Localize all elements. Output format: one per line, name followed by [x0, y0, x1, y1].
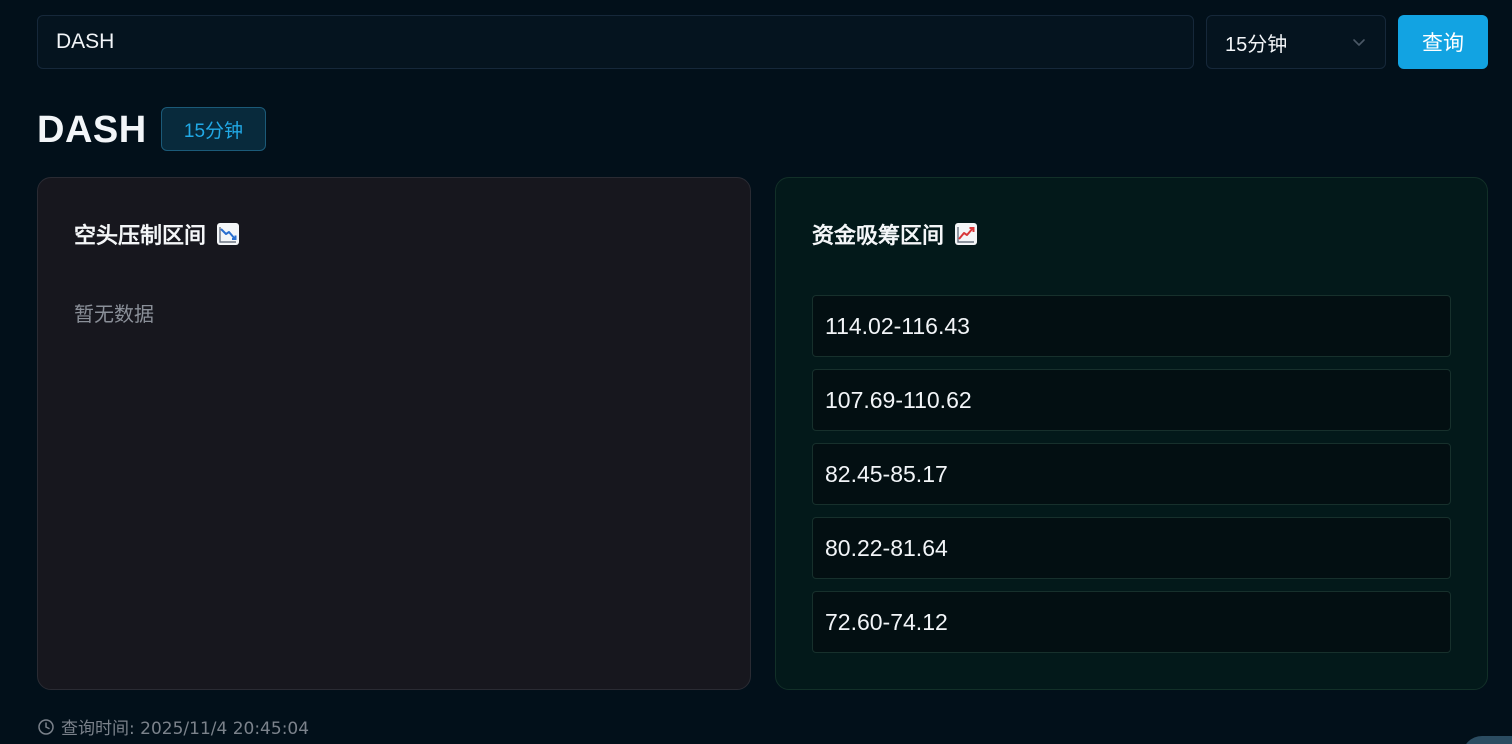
app-root: 15分钟 查询 DASH 15分钟 空头压制区间 暂无数据 资金吸筹区间 [0, 0, 1512, 744]
empty-state-text: 暂无数据 [74, 302, 154, 326]
zone-item: 72.60-74.12 [812, 591, 1451, 653]
short-panel-title: 空头压制区间 [74, 224, 207, 249]
short-panel-header: 空头压制区间 [74, 218, 240, 250]
clock-icon [38, 718, 54, 735]
query-time-text: 查询时间: 2025/11/4 20:45:04 [61, 719, 310, 739]
long-panel-header: 资金吸筹区间 [812, 218, 978, 250]
zone-list: 114.02-116.43 107.69-110.62 82.45-85.17 … [812, 295, 1451, 665]
page-title: DASH [37, 109, 147, 151]
zone-item: 80.22-81.64 [812, 517, 1451, 579]
symbol-input[interactable] [37, 15, 1194, 69]
chart-decreasing-icon [217, 223, 240, 245]
query-time: 查询时间: 2025/11/4 20:45:04 [37, 714, 309, 739]
short-pressure-panel: 空头压制区间 暂无数据 [37, 177, 751, 690]
query-button[interactable]: 查询 [1398, 15, 1488, 69]
interval-badge: 15分钟 [161, 107, 266, 151]
zone-item: 114.02-116.43 [812, 295, 1451, 357]
interval-select[interactable]: 15分钟 [1206, 15, 1386, 69]
chevron-down-icon [1353, 39, 1365, 46]
zone-item: 107.69-110.62 [812, 369, 1451, 431]
zone-item: 82.45-85.17 [812, 443, 1451, 505]
long-panel-title: 资金吸筹区间 [812, 224, 945, 249]
accumulation-panel: 资金吸筹区间 114.02-116.43 107.69-110.62 82.45… [775, 177, 1488, 690]
interval-select-value: 15分钟 [1225, 33, 1288, 56]
chart-increasing-icon [955, 223, 978, 245]
floating-action-button[interactable] [1462, 736, 1512, 744]
